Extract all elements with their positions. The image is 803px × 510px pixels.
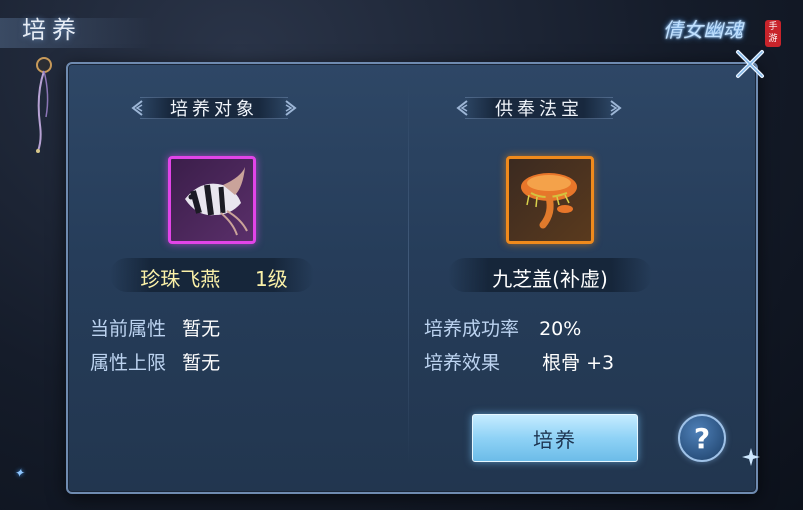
culture-target-name: 珍珠飞燕 1级 bbox=[124, 263, 304, 292]
culture-panel: 培养对象 珍珠飞燕 1级 当前属性 暂无 属性上限 暂无 供奉法宝 九芝盖(补虚… bbox=[66, 50, 764, 494]
header-ornament-icon bbox=[456, 100, 468, 116]
panel-divider bbox=[408, 84, 409, 464]
sparkle-icon bbox=[742, 448, 760, 466]
page-title: 培养 bbox=[22, 16, 82, 44]
section-header-offering-treasure: 供奉法宝 bbox=[451, 94, 627, 122]
attribute-value: 暂无 bbox=[182, 318, 221, 340]
corner-logo-mark: ✦ bbox=[14, 466, 25, 480]
offering-treasure-name: 九芝盖(补虚) bbox=[492, 267, 608, 291]
attribute-row-current: 当前属性 暂无 bbox=[90, 314, 220, 341]
logo-text: 倩女幽魂 bbox=[663, 18, 743, 42]
offering-treasure-item-slot[interactable] bbox=[506, 156, 594, 244]
logo-badge: 手游 bbox=[765, 20, 781, 47]
attribute-row-effect: 培养效果 根骨 +3 bbox=[424, 348, 614, 375]
culture-target-level: 1级 bbox=[254, 267, 288, 291]
attribute-label: 属性上限 bbox=[90, 352, 167, 374]
attribute-row-success-rate: 培养成功率 20% bbox=[424, 314, 581, 341]
attribute-label: 当前属性 bbox=[90, 318, 167, 340]
attribute-row-limit: 属性上限 暂无 bbox=[90, 348, 220, 375]
header-ornament-icon bbox=[285, 100, 297, 116]
help-button[interactable]: ? bbox=[678, 414, 726, 462]
section-header-label: 培养对象 bbox=[170, 99, 258, 120]
culture-button[interactable]: 培养 bbox=[472, 414, 638, 462]
attribute-value: 20% bbox=[539, 318, 582, 340]
section-header-label: 供奉法宝 bbox=[495, 99, 583, 120]
attribute-value: 暂无 bbox=[182, 352, 221, 374]
lingzhi-mushroom-icon bbox=[521, 173, 577, 229]
culture-target-item-name: 珍珠飞燕 bbox=[140, 267, 221, 291]
attribute-label: 培养成功率 bbox=[424, 318, 520, 340]
attribute-value: 根骨 +3 bbox=[542, 352, 615, 374]
section-header-culture-target: 培养对象 bbox=[126, 94, 302, 122]
header-ornament-icon bbox=[610, 100, 622, 116]
angelfish-icon bbox=[185, 167, 248, 236]
close-icon[interactable] bbox=[730, 44, 770, 84]
culture-target-item-slot[interactable] bbox=[168, 156, 256, 244]
tassel-ornament-icon bbox=[36, 57, 52, 153]
attribute-label: 培养效果 bbox=[424, 352, 501, 374]
header-ornament-icon bbox=[131, 100, 143, 116]
